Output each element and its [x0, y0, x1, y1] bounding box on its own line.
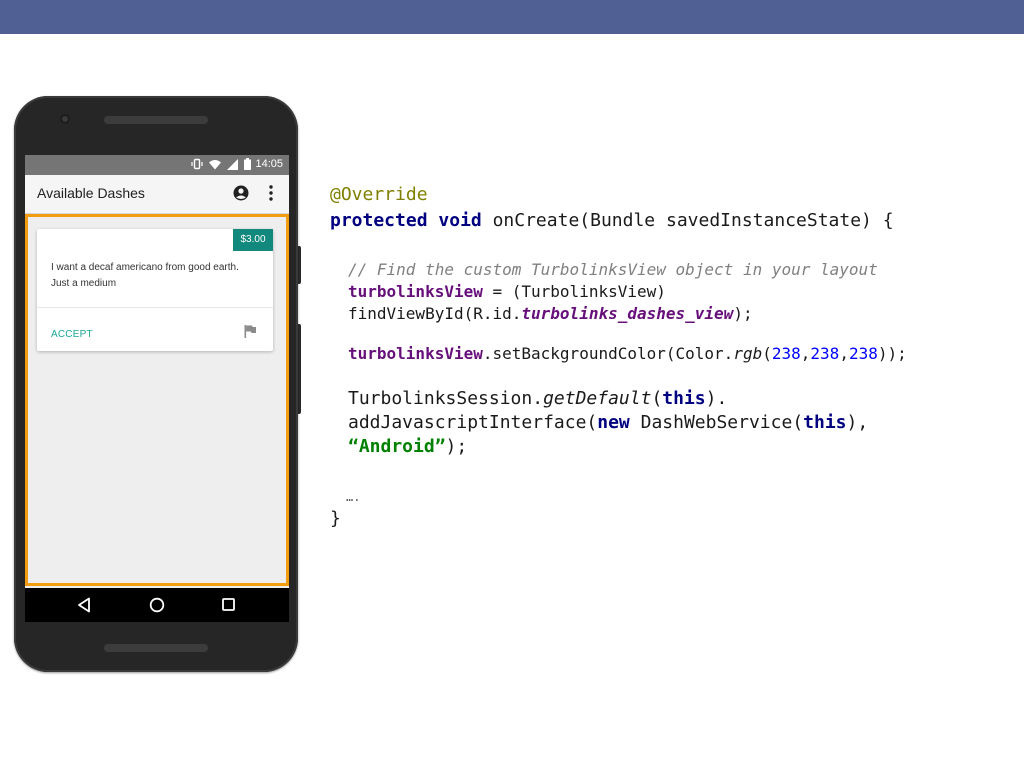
dash-description: I want a decaf americano from good earth… [51, 262, 239, 289]
code-line-comment: // Find the custom TurbolinksView object… [348, 260, 878, 279]
status-icons [191, 158, 251, 170]
rgb-method: rgb [733, 344, 763, 363]
method-signature: onCreate(Bundle savedInstanceState) { [481, 210, 894, 231]
rgb-green: 238 [810, 344, 840, 363]
cast-expression: = (TurbolinksView) [482, 282, 666, 301]
navigation-bar [25, 588, 289, 622]
status-time: 14:05 [255, 158, 283, 170]
close-comma: ), [846, 412, 869, 433]
more-vert-icon[interactable] [265, 184, 277, 202]
close-statement: ); [445, 436, 468, 457]
rgb-blue: 238 [848, 344, 878, 363]
keyword-new: new [597, 412, 630, 433]
keyword-void: void [438, 210, 482, 231]
get-default-method: getDefault [543, 388, 652, 409]
add-js-interface-call: addJavascriptInterface( [348, 412, 598, 433]
view-id: turbolinks_dashes_view [521, 304, 734, 323]
code-line-add-interface: addJavascriptInterface(new DashWebServic… [348, 412, 868, 433]
recent-apps-icon[interactable] [222, 598, 235, 611]
string-android: “Android” [348, 436, 446, 457]
code-closing-brace: } [330, 508, 341, 529]
paren-open: ( [762, 344, 772, 363]
dash-card[interactable]: $3.00 I want a decaf americano from good… [37, 229, 273, 351]
home-icon[interactable] [149, 597, 165, 613]
code-comment: // Find the custom TurbolinksView object… [348, 260, 878, 279]
accept-button[interactable]: ACCEPT [51, 329, 93, 340]
paren-open: ( [651, 388, 663, 409]
rgb-red: 238 [771, 344, 801, 363]
earpiece-speaker [104, 116, 208, 124]
comma: , [800, 344, 811, 363]
close-background: )); [877, 344, 907, 363]
code-line-override: @Override [330, 184, 428, 205]
annotation: @Override [330, 184, 428, 205]
turbolinks-view-highlight: $3.00 I want a decaf americano from good… [25, 214, 289, 586]
account-icon[interactable] [233, 185, 249, 201]
session-class: TurbolinksSession. [348, 388, 544, 409]
phone-screen: 14:05 Available Dashes $3.00 I want a de… [25, 155, 289, 622]
keyword-protected: protected [330, 210, 428, 231]
code-ellipsis: …. [346, 490, 361, 504]
keyword-this: this [662, 388, 706, 409]
code-line-signature: protected void onCreate(Bundle savedInst… [330, 210, 894, 231]
app-title: Available Dashes [37, 185, 145, 201]
bottom-speaker [104, 644, 208, 652]
slide-title-bar [0, 0, 1024, 34]
status-bar: 14:05 [25, 155, 289, 175]
close-dot: ). [705, 388, 728, 409]
comma: , [839, 344, 849, 363]
wifi-icon [209, 159, 221, 169]
keyword-this: this [803, 412, 847, 433]
find-view-suffix: ); [733, 304, 753, 323]
signal-icon [227, 158, 238, 170]
code-line-set-background: turbolinksView.setBackgroundColor(Color.… [348, 344, 907, 363]
code-line-assign: turbolinksView = (TurbolinksView) [348, 282, 666, 301]
phone-frame: 14:05 Available Dashes $3.00 I want a de… [14, 96, 298, 672]
card-divider [37, 307, 273, 308]
back-icon[interactable] [77, 597, 91, 613]
field-turbolinks-view: turbolinksView [348, 282, 483, 301]
field-turbolinks-view: turbolinksView [348, 344, 483, 363]
vibrate-icon [191, 158, 203, 170]
code-line-android-string: “Android”); [348, 436, 467, 457]
camera-icon [60, 114, 70, 124]
code-line-find-view: findViewById(R.id.turbolinks_dashes_view… [348, 304, 753, 323]
code-line-session: TurbolinksSession.getDefault(this). [348, 388, 727, 409]
flag-icon[interactable] [243, 324, 257, 338]
app-bar: Available Dashes [25, 175, 289, 213]
price-badge: $3.00 [233, 229, 273, 251]
battery-icon [244, 158, 251, 170]
dash-web-service: DashWebService( [629, 412, 804, 433]
find-view-prefix: findViewById(R.id. [348, 304, 522, 323]
set-background-call: .setBackgroundColor(Color. [482, 344, 734, 363]
